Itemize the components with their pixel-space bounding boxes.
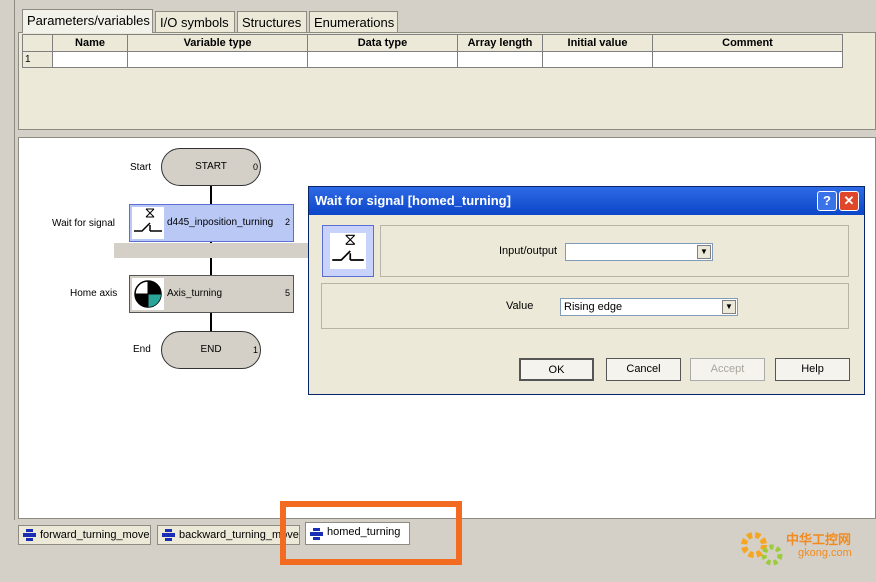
variables-table: Name Variable type Data type Array lengt… xyxy=(22,34,843,68)
chevron-down-icon[interactable]: ▼ xyxy=(697,245,711,259)
col-array-length[interactable]: Array length xyxy=(457,34,543,52)
col-data-type[interactable]: Data type xyxy=(307,34,458,52)
program-icon xyxy=(23,529,36,541)
end-num: 1 xyxy=(252,345,258,355)
wait-signal-icon xyxy=(330,233,366,269)
program-icon xyxy=(162,529,175,541)
tab-io-symbols[interactable]: I/O symbols xyxy=(155,11,235,32)
help-title-button[interactable]: ? xyxy=(817,191,837,211)
cancel-button[interactable]: Cancel xyxy=(606,358,681,381)
row-header-corner xyxy=(22,34,53,52)
wait-num: 2 xyxy=(284,217,290,227)
end-block[interactable]: END 1 xyxy=(161,331,261,369)
tab-backward-turning-move[interactable]: backward_turning_move xyxy=(157,525,300,545)
home-label: Home axis xyxy=(70,288,118,299)
io-label: Input/output xyxy=(499,245,558,257)
tab-label: forward_turning_move xyxy=(40,529,150,541)
table-row[interactable]: 1 xyxy=(22,51,843,68)
value-select[interactable]: Rising edge ▼ xyxy=(560,298,738,316)
value-selected: Rising edge xyxy=(564,301,623,313)
home-axis-icon xyxy=(132,278,164,310)
cell-variable-type[interactable] xyxy=(127,51,308,68)
row-number: 1 xyxy=(22,51,53,68)
help-button[interactable]: Help xyxy=(775,358,850,381)
connector-line xyxy=(210,186,212,204)
connector-line xyxy=(210,313,212,332)
start-block[interactable]: START 0 xyxy=(161,148,261,186)
gear-icon xyxy=(741,532,783,566)
end-text: END xyxy=(200,344,222,355)
ok-button[interactable]: OK xyxy=(519,358,594,381)
start-num: 0 xyxy=(252,162,258,172)
cell-comment[interactable] xyxy=(652,51,843,68)
watermark-brand: 中华工控网 xyxy=(786,532,852,547)
start-label: Start xyxy=(130,162,152,173)
tab-parameters-variables[interactable]: Parameters/variables xyxy=(22,9,153,33)
chevron-down-icon[interactable]: ▼ xyxy=(722,300,736,314)
start-text: START xyxy=(195,161,227,172)
cell-initial-value[interactable] xyxy=(542,51,653,68)
accept-button[interactable]: Accept xyxy=(690,358,765,381)
dialog-title: Wait for signal [homed_turning] xyxy=(309,187,864,215)
tab-enumerations[interactable]: Enumerations xyxy=(309,11,398,32)
wait-label: Wait for signal xyxy=(52,218,115,229)
insertion-bar xyxy=(114,243,310,258)
col-initial-value[interactable]: Initial value xyxy=(542,34,653,52)
end-label: End xyxy=(133,344,151,355)
wait-for-signal-block[interactable]: d445_inposition_turning 2 xyxy=(129,204,294,242)
cell-array-length[interactable] xyxy=(457,51,543,68)
watermark-logo: 中华工控网 gkong.com xyxy=(738,525,868,573)
io-select[interactable]: ▼ xyxy=(565,243,713,261)
tab-forward-turning-move[interactable]: forward_turning_move xyxy=(18,525,151,545)
col-variable-type[interactable]: Variable type xyxy=(127,34,308,52)
tab-structures[interactable]: Structures xyxy=(237,11,307,32)
home-axis-block[interactable]: Axis_turning 5 xyxy=(129,275,294,313)
watermark-domain: gkong.com xyxy=(798,547,852,559)
left-rail xyxy=(0,0,15,520)
wait-signal-icon xyxy=(132,207,164,239)
wait-text: d445_inposition_turning xyxy=(167,217,274,228)
value-label: Value xyxy=(506,300,534,312)
wait-for-signal-dialog: Wait for signal [homed_turning] ? ✕ Inpu… xyxy=(308,186,865,395)
home-num: 5 xyxy=(284,288,290,298)
home-text: Axis_turning xyxy=(167,288,223,299)
cell-name[interactable] xyxy=(52,51,128,68)
col-comment[interactable]: Comment xyxy=(652,34,843,52)
highlight-box xyxy=(280,501,462,565)
wait-signal-icon-large xyxy=(322,225,374,277)
col-name[interactable]: Name xyxy=(52,34,128,52)
cell-data-type[interactable] xyxy=(307,51,458,68)
close-button[interactable]: ✕ xyxy=(839,191,859,211)
